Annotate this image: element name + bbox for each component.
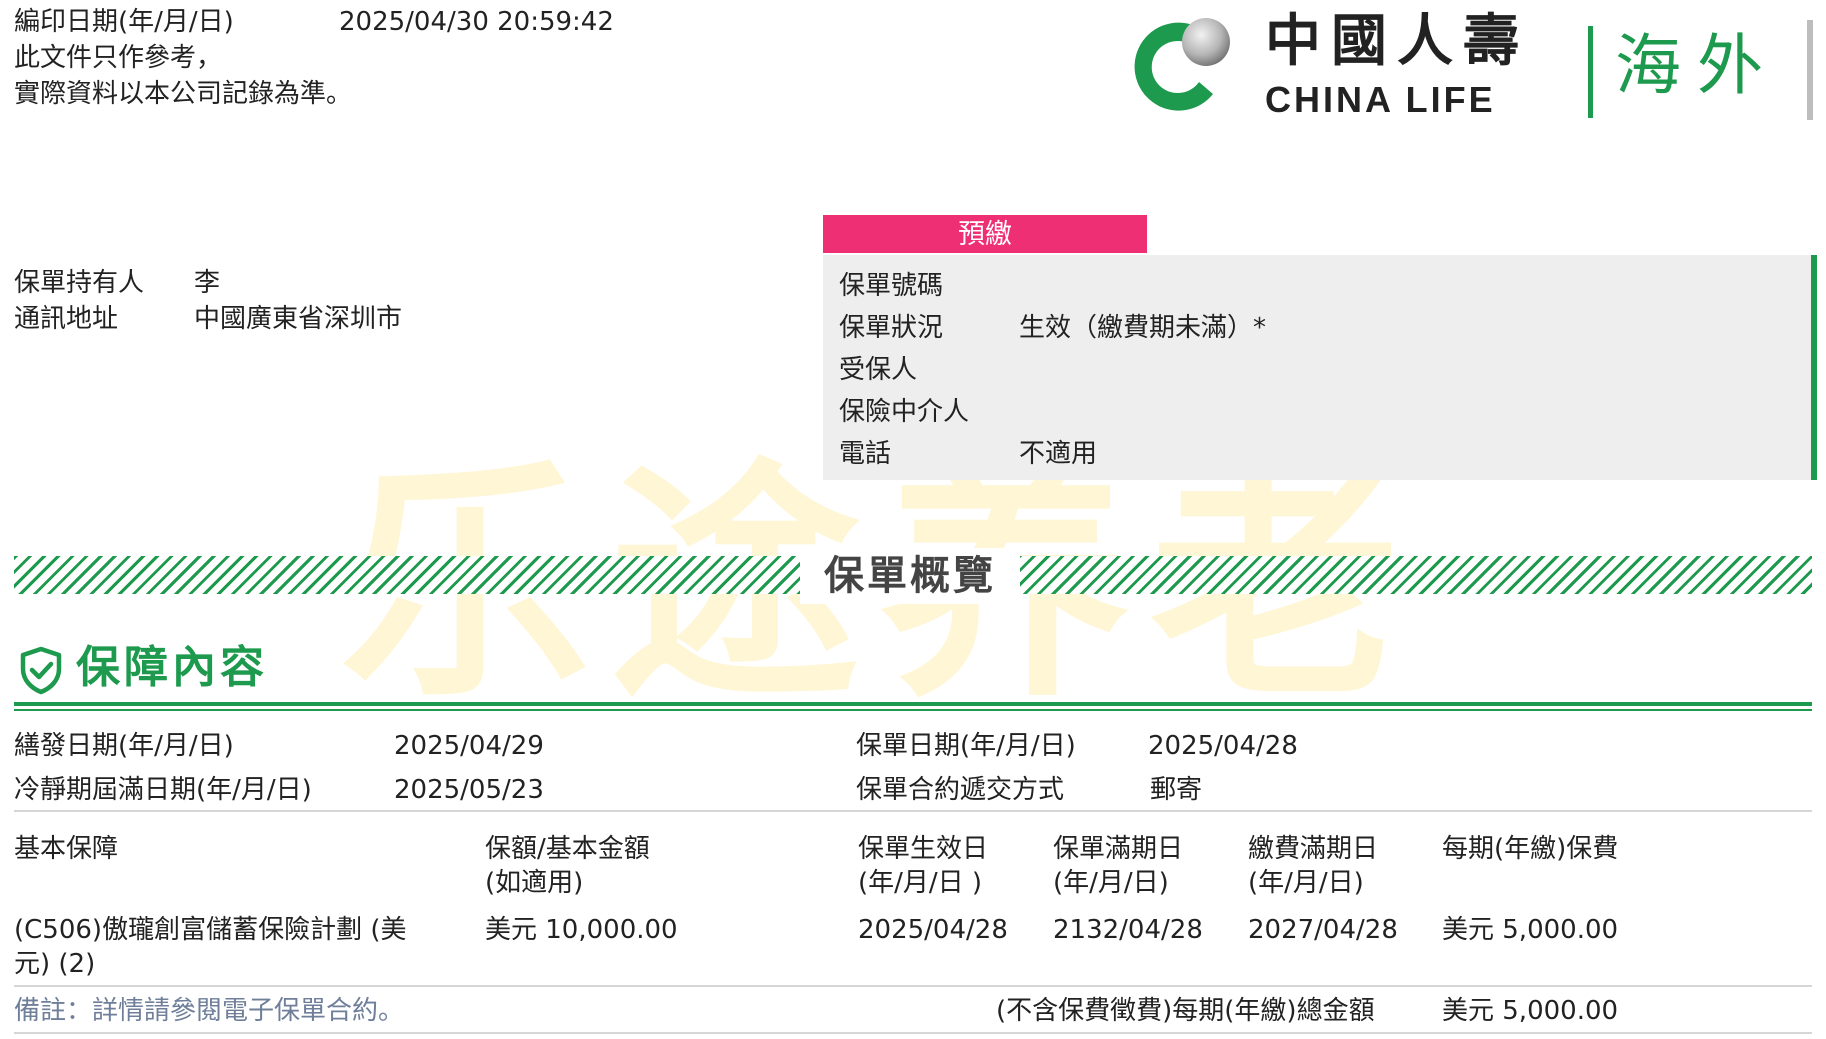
plan-sum-insured: 美元 10,000.00 xyxy=(485,915,678,945)
delivery-method-value: 郵寄 xyxy=(1150,775,1203,805)
phone-value: 不適用 xyxy=(1019,439,1098,469)
table-divider xyxy=(14,985,1812,987)
total-premium-label: (不含保費徵費)每期(年繳)總金額 xyxy=(996,996,1375,1026)
policy-number-label: 保單號碼 xyxy=(839,271,944,301)
total-premium-value: 美元 5,000.00 xyxy=(1442,996,1619,1026)
shield-check-icon xyxy=(20,646,62,695)
col-maturity-line2: (年/月/日) xyxy=(1053,868,1169,898)
policy-number-row: 保單號碼 xyxy=(839,265,1266,307)
logo-region: 海外 xyxy=(1615,27,1779,104)
col-effective-line2: (年/月/日 ) xyxy=(858,868,983,898)
plan-premium: 美元 5,000.00 xyxy=(1442,915,1619,945)
china-life-logo: 中國人壽 CHINA LIFE 海外 xyxy=(1115,8,1815,120)
intermediary-row: 保險中介人 xyxy=(839,391,1266,433)
bottom-divider xyxy=(14,1032,1812,1034)
col-maturity-line1: 保單滿期日 xyxy=(1053,834,1184,864)
prepay-badge: 預繳 xyxy=(823,215,1147,253)
policy-status-value: 生效（繳費期未滿）* xyxy=(1019,313,1267,343)
phone-row: 電話 不適用 xyxy=(839,433,1266,475)
holder-label: 保單持有人 xyxy=(14,268,145,298)
coverage-divider xyxy=(14,702,1812,706)
policy-status-label: 保單狀況 xyxy=(839,313,944,343)
overview-title: 保單概覽 xyxy=(800,548,1020,604)
logo-name-zh: 中國人壽 xyxy=(1265,9,1529,74)
insured-label: 受保人 xyxy=(839,355,918,385)
coverage-title: 保障內容 xyxy=(76,642,268,693)
delivery-method-label: 保單合約遞交方式 xyxy=(856,775,1065,805)
section-divider xyxy=(14,810,1812,812)
notice-line-1: 此文件只作參考， xyxy=(14,43,223,73)
holder-info: 保單持有人 李 通訊地址 中國廣東省深圳市 xyxy=(14,265,402,337)
policy-date-value: 2025/04/28 xyxy=(1148,731,1298,761)
policy-status-row: 保單狀況 生效（繳費期未滿）* xyxy=(839,307,1266,349)
print-date-label: 編印日期(年/月/日) xyxy=(14,7,234,37)
cooling-period-value: 2025/05/23 xyxy=(394,775,544,805)
policy-date-label: 保單日期(年/月/日) xyxy=(856,731,1076,761)
notice-line-2: 實際資料以本公司記錄為準。 xyxy=(14,79,353,109)
col-premium: 每期(年繳)保費 xyxy=(1442,834,1619,864)
logo-divider xyxy=(1588,26,1593,118)
address-label: 通訊地址 xyxy=(14,304,119,334)
col-sum-insured-line2: (如適用) xyxy=(485,868,584,898)
plan-name-line1: (C506)傲瓏創富儲蓄保險計劃 (美 xyxy=(14,915,407,945)
issue-date-value: 2025/04/29 xyxy=(394,731,544,761)
col-sum-insured-line1: 保額/基本金額 xyxy=(485,834,650,864)
insured-row: 受保人 xyxy=(839,349,1266,391)
col-effective-line1: 保單生效日 xyxy=(858,834,989,864)
intermediary-label: 保險中介人 xyxy=(839,397,970,427)
cooling-period-label: 冷靜期屆滿日期(年/月/日) xyxy=(14,775,312,805)
print-date-value: 2025/04/30 20:59:42 xyxy=(339,7,614,37)
plan-effective-date: 2025/04/28 xyxy=(858,915,1008,945)
remark-text: 備註：詳情請參閱電子保單合約。 xyxy=(14,996,405,1026)
plan-maturity-date: 2132/04/28 xyxy=(1053,915,1203,945)
plan-name-line2: 元) (2) xyxy=(14,949,96,979)
china-life-emblem-icon xyxy=(1134,18,1230,111)
col-basic-coverage: 基本保障 xyxy=(14,834,119,864)
issue-date-label: 繕發日期(年/月/日) xyxy=(14,731,234,761)
address-value: 中國廣東省深圳市 xyxy=(194,304,403,334)
col-payend-line2: (年/月/日) xyxy=(1248,868,1364,898)
logo-edge-bar xyxy=(1807,20,1813,120)
phone-label: 電話 xyxy=(839,439,892,469)
logo-name-en: CHINA LIFE xyxy=(1265,79,1496,120)
plan-payend-date: 2027/04/28 xyxy=(1248,915,1398,945)
holder-value: 李 xyxy=(194,268,221,298)
col-payend-line1: 繳費滿期日 xyxy=(1248,834,1379,864)
policy-status-panel: 保單號碼 保單狀況 生效（繳費期未滿）* 受保人 保險中介人 電話 不適用 xyxy=(823,255,1817,480)
coverage-divider-thin xyxy=(14,709,1812,711)
print-info: 編印日期(年/月/日) 2025/04/30 20:59:42 此文件只作參考，… xyxy=(14,4,614,112)
